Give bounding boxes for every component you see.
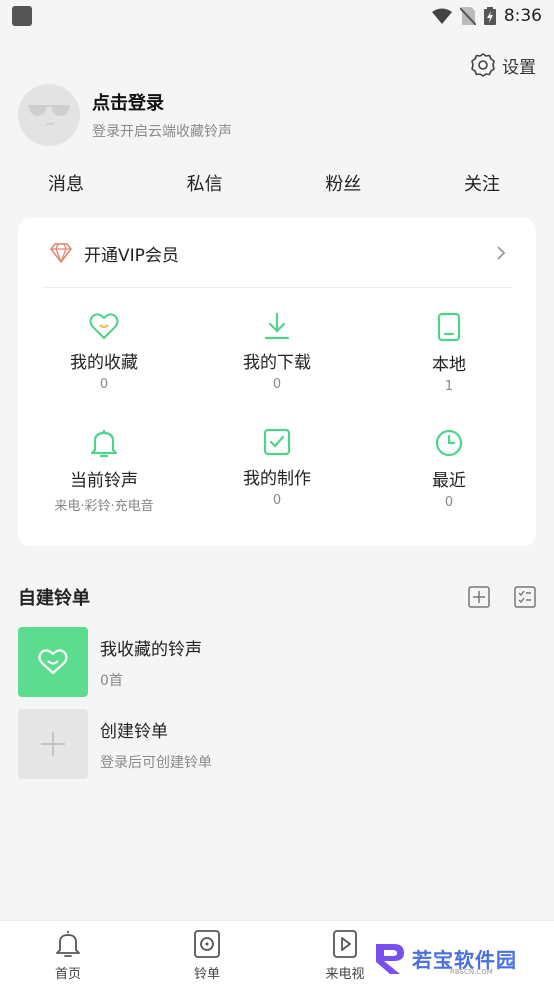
no-sim-icon: [459, 7, 476, 25]
download-icon: [264, 312, 290, 340]
heart-icon: [38, 649, 68, 675]
grid-item-favorites[interactable]: 我的收藏 0: [24, 312, 184, 392]
section-title: 自建铃单: [18, 588, 90, 609]
nav-label: 来电视: [325, 967, 365, 982]
vip-label: 开通VIP会员: [84, 245, 179, 266]
grid-count: 0: [272, 377, 282, 392]
divider: [42, 287, 512, 288]
grid-item-recent[interactable]: 最近 0: [369, 428, 529, 510]
stat-following[interactable]: 关注: [464, 170, 500, 196]
play-icon: [333, 930, 357, 958]
nav-home[interactable]: 首页: [33, 929, 103, 982]
grid-label: 我的制作: [243, 469, 311, 489]
battery-icon: [483, 7, 496, 25]
grid-count: 1: [444, 379, 454, 394]
nav-label: 首页: [54, 967, 81, 982]
avatar[interactable]: [18, 84, 80, 146]
grid-label: 我的收藏: [70, 353, 138, 373]
playlist-section-header: 自建铃单: [18, 582, 536, 612]
grid-count: 来电·彩铃·充电音: [54, 499, 154, 514]
app-notification-icon: [12, 6, 32, 26]
bell-icon: [56, 931, 80, 957]
stat-fans[interactable]: 粉丝: [325, 170, 361, 196]
grid-label: 当前铃声: [70, 471, 138, 491]
watermark-r-icon: [376, 944, 404, 974]
nav-playlists[interactable]: 铃单: [172, 929, 242, 982]
nav-label: 铃单: [193, 967, 220, 982]
checkbox-icon: [263, 428, 291, 456]
vip-row[interactable]: 开通VIP会员: [18, 218, 536, 288]
heart-icon: [89, 313, 119, 339]
bell-icon: [90, 430, 118, 458]
playlist-title: 创建铃单: [100, 721, 168, 742]
grid-label: 本地: [432, 355, 466, 375]
grid-label: 我的下载: [243, 353, 311, 373]
playlist-thumb: [18, 627, 88, 697]
watermark-logo: 若宝软件园 RBSCN.COM: [372, 938, 542, 978]
grid-item-local[interactable]: 本地 1: [369, 312, 529, 394]
manage-playlist-icon[interactable]: [514, 586, 536, 608]
settings-button[interactable]: 设置: [470, 52, 536, 78]
settings-label: 设置: [502, 57, 536, 78]
disc-icon: [194, 930, 220, 958]
login-title: 点击登录: [92, 93, 164, 114]
grid-item-my-creations[interactable]: 我的制作 0: [197, 428, 357, 508]
status-time: 8:36: [503, 6, 542, 26]
feature-card: 开通VIP会员 我的收藏 0 我的下载 0 本地 1 当前铃声 来电·彩铃·充电…: [18, 218, 536, 546]
playlist-thumb: [18, 709, 88, 779]
plus-icon: [41, 732, 65, 756]
stat-private-messages[interactable]: 私信: [187, 170, 223, 196]
chevron-right-icon: [497, 246, 506, 260]
grid-count: 0: [444, 495, 454, 510]
grid-count: 0: [272, 493, 282, 508]
playlist-favorites[interactable]: 我收藏的铃声 0首: [18, 627, 536, 697]
grid-item-downloads[interactable]: 我的下载 0: [197, 312, 357, 392]
playlist-title: 我收藏的铃声: [100, 639, 202, 660]
status-right: 8:36: [431, 6, 542, 26]
clock-icon: [435, 429, 463, 457]
social-stats-row: 消息 私信 粉丝 关注: [0, 170, 554, 196]
grid-item-current-ringtone[interactable]: 当前铃声 来电·彩铃·充电音: [24, 428, 184, 514]
login-subtitle: 登录开启云端收藏铃声: [92, 124, 232, 140]
nav-caller-video[interactable]: 来电视: [310, 929, 380, 982]
status-bar: 8:36: [0, 0, 554, 32]
playlist-subtitle: 登录后可创建铃单: [100, 754, 212, 771]
playlist-subtitle: 0首: [100, 672, 123, 689]
grid-label: 最近: [432, 471, 466, 491]
playlist-create[interactable]: 创建铃单 登录后可创建铃单: [18, 709, 536, 779]
watermark-sub: RBSCN.COM: [450, 968, 493, 976]
stat-messages[interactable]: 消息: [48, 170, 84, 196]
gear-icon: [471, 53, 495, 77]
grid-count: 0: [99, 377, 109, 392]
sunglasses-face-icon: [28, 105, 70, 126]
phone-icon: [437, 312, 461, 342]
add-playlist-icon[interactable]: [468, 586, 490, 608]
profile-login[interactable]: 点击登录 登录开启云端收藏铃声: [18, 84, 232, 146]
wifi-icon: [431, 8, 452, 24]
diamond-icon: [50, 243, 72, 263]
